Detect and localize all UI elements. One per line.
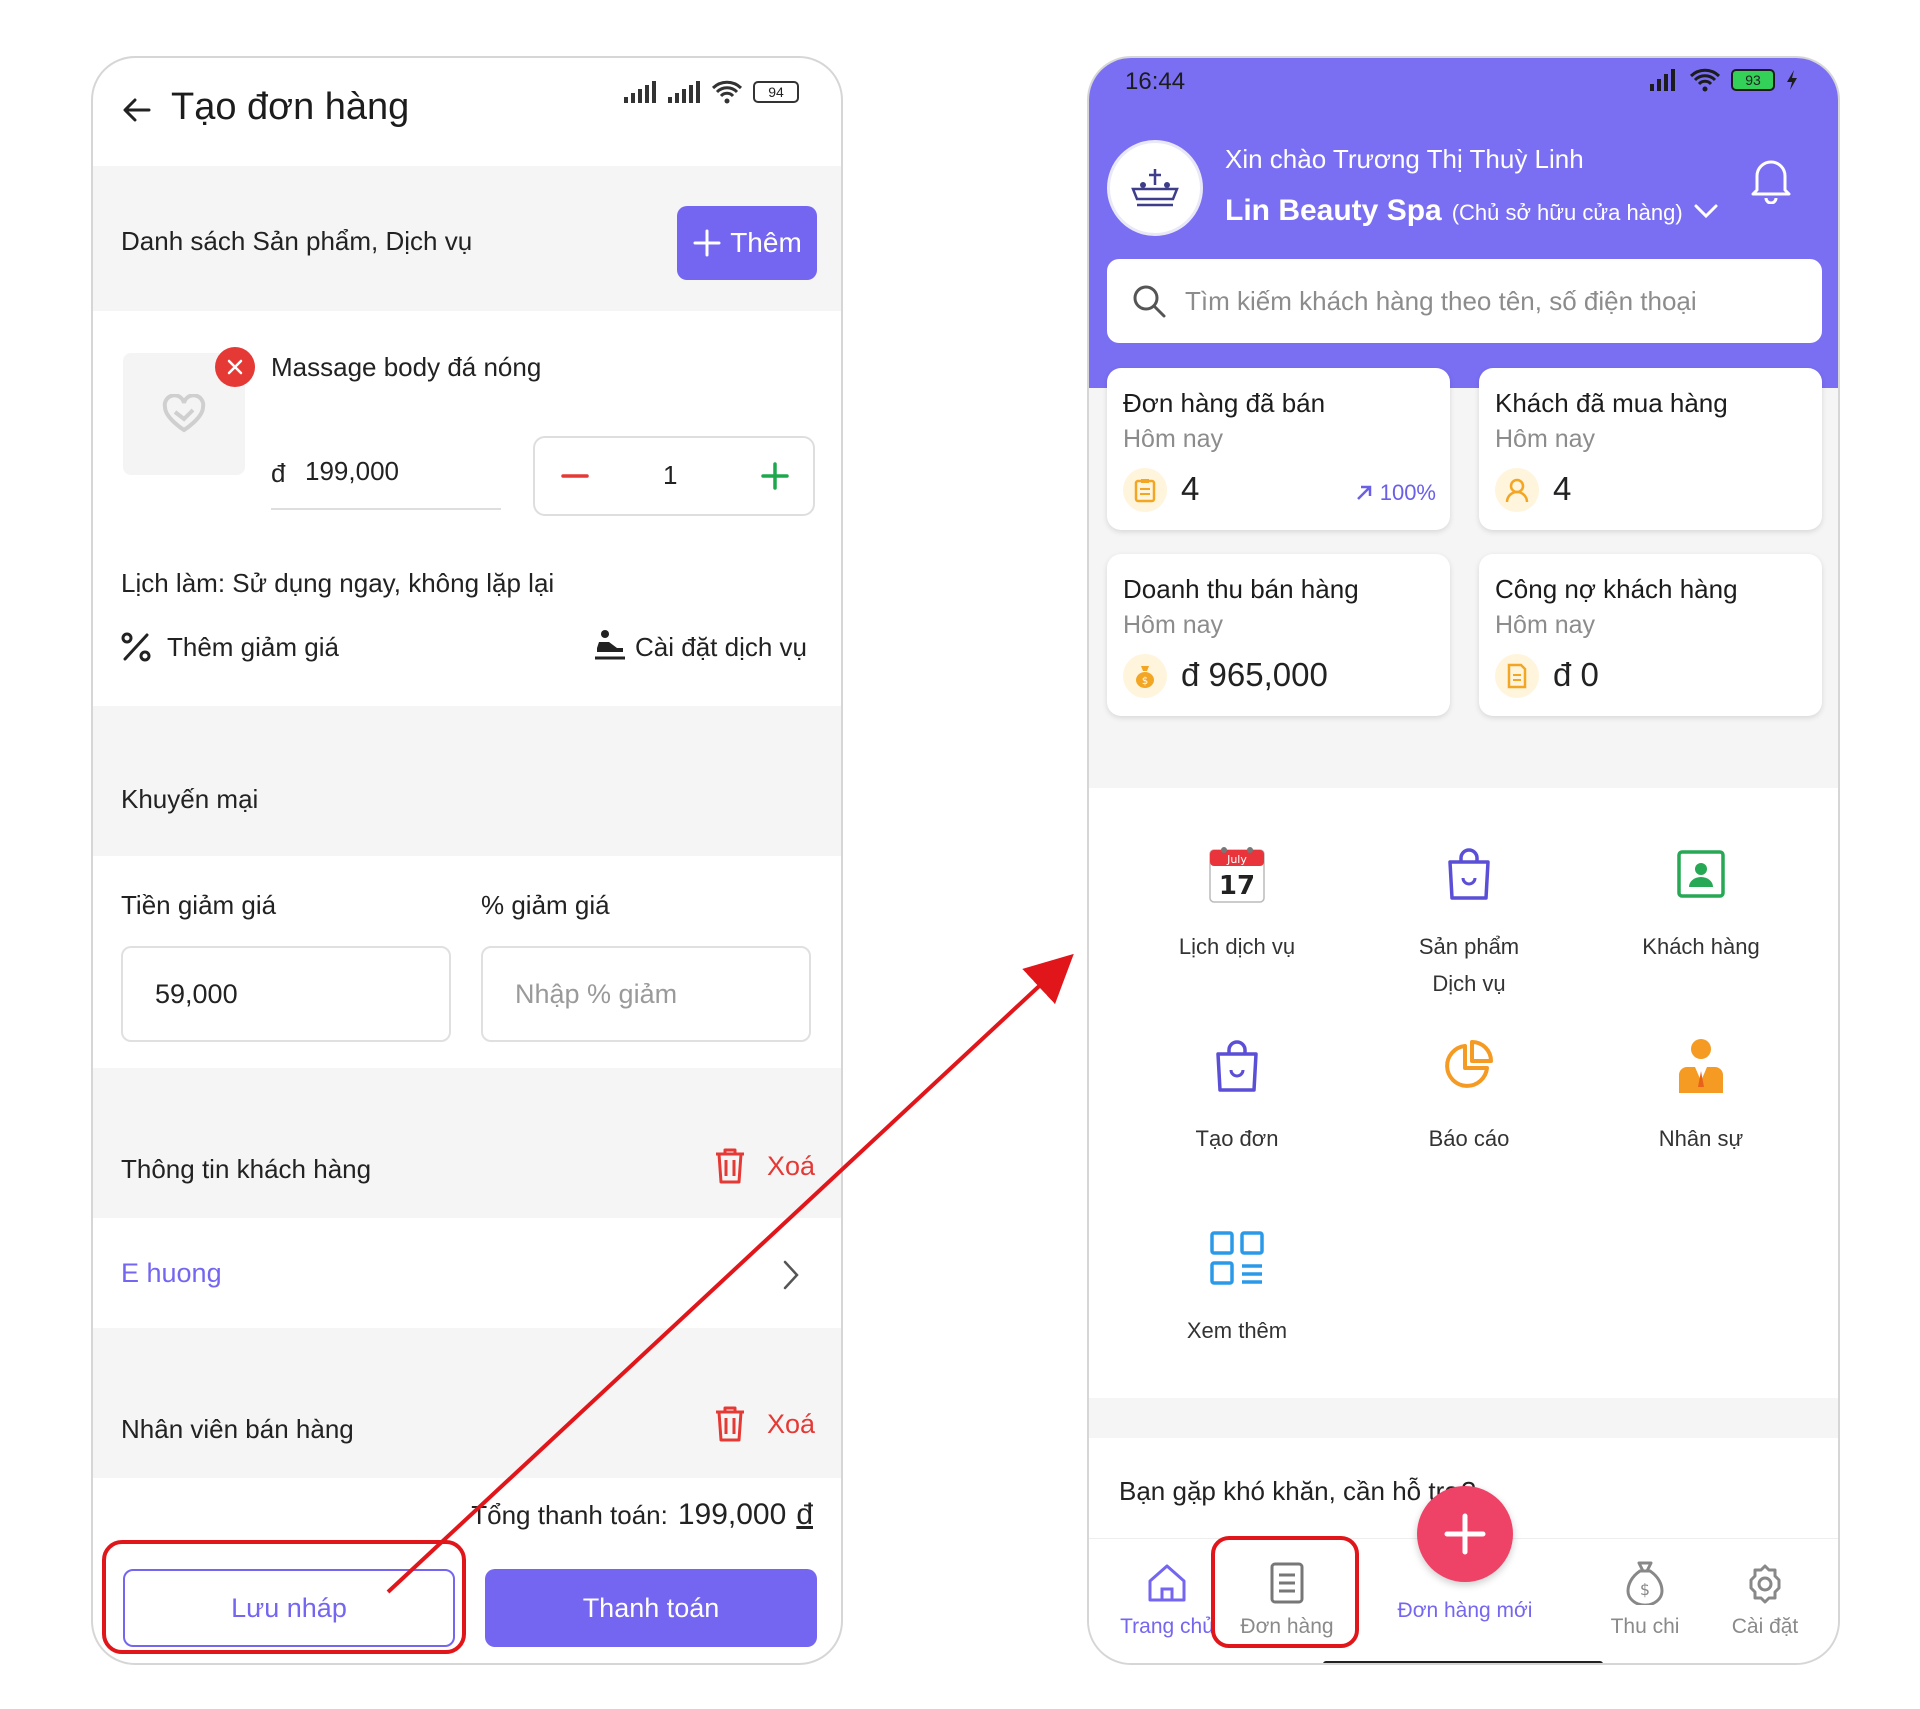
annotation-arrow xyxy=(386,953,1074,1594)
